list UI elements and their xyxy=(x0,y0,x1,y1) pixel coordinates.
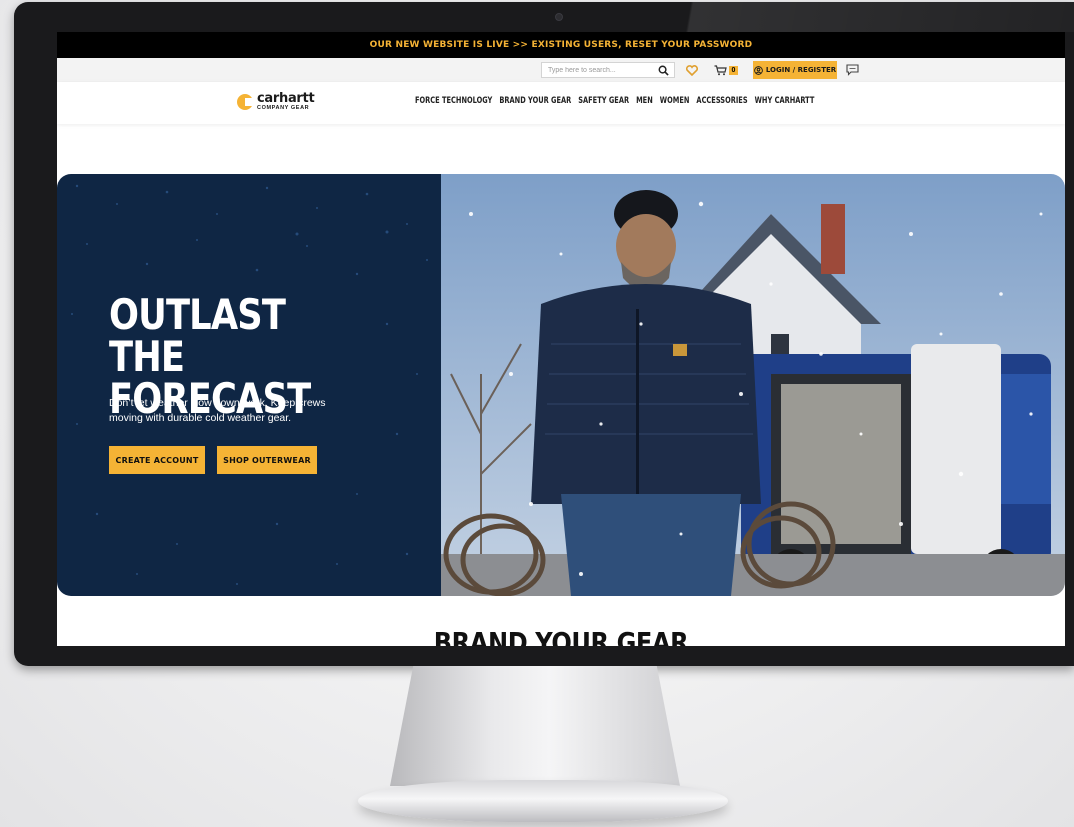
wishlist-button[interactable] xyxy=(683,62,701,78)
nav-item-safety-gear[interactable]: SAFETY GEAR xyxy=(578,96,629,106)
search-input[interactable] xyxy=(542,66,648,74)
chat-icon xyxy=(845,64,859,76)
brand-your-gear-heading: BRAND YOUR GEAR xyxy=(433,626,689,646)
shop-outerwear-button[interactable]: SHOP OUTERWEAR xyxy=(217,446,317,474)
nav-item-women[interactable]: WOMEN xyxy=(660,96,690,106)
search-box xyxy=(541,62,675,78)
hero-title-line-1: OUTLAST THE xyxy=(109,290,286,381)
announcement-text[interactable]: OUR NEW WEBSITE IS LIVE >> EXISTING USER… xyxy=(370,40,753,50)
hero-banner: OUTLAST THE FORECAST Don’t let weather s… xyxy=(57,174,1065,596)
nav-item-brand-your-gear[interactable]: BRAND YOUR GEAR xyxy=(499,96,571,106)
cart-icon xyxy=(714,64,727,75)
create-account-button[interactable]: CREATE ACCOUNT xyxy=(109,446,205,474)
bezel-sheen xyxy=(594,2,1074,32)
cart-button[interactable]: 0 xyxy=(711,62,741,78)
login-register-label: LOGIN / REGISTER xyxy=(765,66,837,74)
logo-subtitle: COMPANY GEAR xyxy=(257,105,310,111)
carhartt-c-logo-icon xyxy=(237,93,253,110)
hero-text-panel: OUTLAST THE FORECAST Don’t let weather s… xyxy=(57,174,441,596)
monitor-stand-neck xyxy=(390,666,680,786)
nav-links: FORCE TECHNOLOGY BRAND YOUR GEAR SAFETY … xyxy=(415,96,814,106)
nav-item-why-carhartt[interactable]: WHY CARHARTT xyxy=(755,96,815,106)
utility-bar: 0 LOGIN / REGISTER xyxy=(57,58,1065,83)
heart-icon xyxy=(686,64,698,76)
nav-item-men[interactable]: MEN xyxy=(636,96,653,106)
hero-subtitle: Don’t let weather slow down work. Keep c… xyxy=(109,397,326,424)
carhartt-logo[interactable]: carhartt COMPANY GEAR xyxy=(237,91,315,112)
search-icon xyxy=(658,65,669,76)
logo-wordmark: carhartt xyxy=(257,91,315,106)
announcement-bar[interactable]: OUR NEW WEBSITE IS LIVE >> EXISTING USER… xyxy=(57,32,1065,58)
chat-button[interactable] xyxy=(843,62,861,78)
monitor-stand-base xyxy=(358,780,728,822)
search-button[interactable] xyxy=(652,63,674,77)
cart-count-badge: 0 xyxy=(729,65,738,75)
nav-item-force-technology[interactable]: FORCE TECHNOLOGY xyxy=(415,96,492,106)
monitor-bezel: OUR NEW WEBSITE IS LIVE >> EXISTING USER… xyxy=(14,2,1074,666)
hero-photo xyxy=(441,174,1065,596)
main-nav: carhartt COMPANY GEAR FORCE TECHNOLOGY B… xyxy=(57,82,1065,124)
browser-screen: OUR NEW WEBSITE IS LIVE >> EXISTING USER… xyxy=(57,32,1065,646)
login-register-button[interactable]: LOGIN / REGISTER xyxy=(753,61,837,79)
user-icon xyxy=(754,65,763,75)
nav-item-accessories[interactable]: ACCESSORIES xyxy=(696,96,747,106)
camera-icon xyxy=(555,13,563,21)
